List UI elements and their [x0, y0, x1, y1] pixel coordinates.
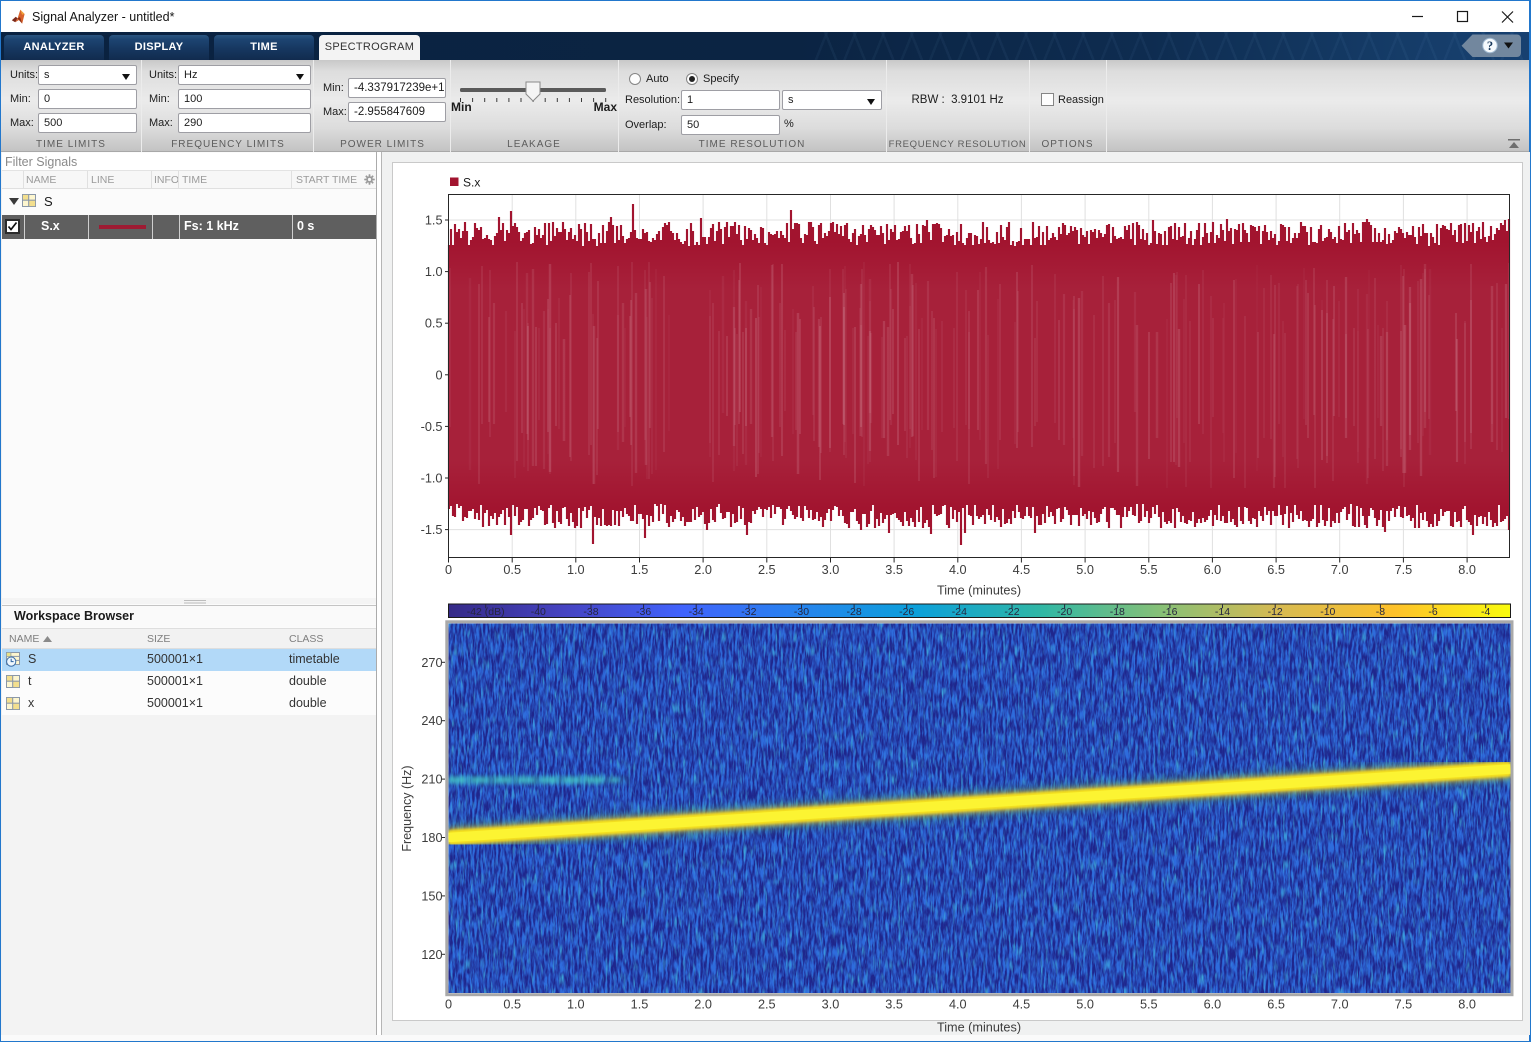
svg-text:7.0: 7.0 [1331, 998, 1349, 1012]
svg-text:-36: -36 [636, 606, 651, 618]
svg-text:-8: -8 [1376, 606, 1385, 618]
svg-text:8.0: 8.0 [1458, 998, 1476, 1012]
svg-text:-12: -12 [1268, 606, 1283, 618]
svg-text:0.5: 0.5 [503, 998, 521, 1012]
svg-text:-18: -18 [1110, 606, 1125, 618]
svg-text:7.5: 7.5 [1395, 563, 1413, 577]
svg-text:2.5: 2.5 [758, 998, 776, 1012]
svg-text:6.0: 6.0 [1204, 998, 1222, 1012]
svg-text:2.0: 2.0 [694, 563, 712, 577]
svg-text:3.5: 3.5 [885, 563, 903, 577]
svg-text:5.0: 5.0 [1076, 563, 1094, 577]
svg-text:5.5: 5.5 [1140, 563, 1158, 577]
svg-text:-30: -30 [794, 606, 809, 618]
svg-text:0: 0 [435, 368, 442, 382]
svg-text:0: 0 [445, 998, 452, 1012]
svg-text:150: 150 [421, 889, 442, 903]
svg-text:1.5: 1.5 [631, 998, 649, 1012]
svg-text:2.5: 2.5 [758, 563, 776, 577]
svg-text:210: 210 [421, 773, 442, 787]
svg-text:7.0: 7.0 [1331, 563, 1349, 577]
svg-text:-32: -32 [741, 606, 756, 618]
svg-text:-4: -4 [1481, 606, 1490, 618]
svg-text:-10: -10 [1320, 606, 1335, 618]
svg-text:-1.0: -1.0 [421, 472, 443, 486]
svg-text:4.5: 4.5 [1013, 998, 1031, 1012]
svg-text:1.5: 1.5 [631, 563, 649, 577]
svg-text:Time (minutes): Time (minutes) [937, 1021, 1021, 1035]
svg-text:Time (minutes): Time (minutes) [937, 584, 1021, 598]
svg-text:5.5: 5.5 [1140, 998, 1158, 1012]
svg-text:120: 120 [421, 948, 442, 962]
svg-text:-38: -38 [583, 606, 598, 618]
svg-text:2.0: 2.0 [694, 998, 712, 1012]
svg-text:0.5: 0.5 [425, 317, 443, 331]
svg-text:0.5: 0.5 [503, 563, 521, 577]
svg-text:-14: -14 [1215, 606, 1230, 618]
svg-text:-42 (dB): -42 (dB) [467, 606, 505, 618]
svg-text:-1.5: -1.5 [421, 523, 443, 537]
svg-text:6.5: 6.5 [1267, 563, 1285, 577]
svg-text:-34: -34 [689, 606, 704, 618]
svg-text:1.0: 1.0 [425, 265, 443, 279]
svg-text:Max: Max [594, 100, 618, 114]
svg-text:4.0: 4.0 [949, 563, 967, 577]
svg-text:0: 0 [445, 563, 452, 577]
svg-text:6.5: 6.5 [1267, 998, 1285, 1012]
svg-text:-22: -22 [1004, 606, 1019, 618]
svg-text:-26: -26 [899, 606, 914, 618]
svg-text:-20: -20 [1057, 606, 1072, 618]
svg-text:-28: -28 [847, 606, 862, 618]
svg-text:240: 240 [421, 714, 442, 728]
svg-text:1.0: 1.0 [567, 563, 585, 577]
svg-text:6.0: 6.0 [1204, 563, 1222, 577]
svg-text:3.0: 3.0 [822, 563, 840, 577]
svg-text:-24: -24 [952, 606, 967, 618]
svg-text:-16: -16 [1162, 606, 1177, 618]
svg-text:270: 270 [421, 656, 442, 670]
svg-text:Min: Min [451, 100, 472, 114]
svg-text:1.5: 1.5 [425, 214, 443, 228]
svg-text:-0.5: -0.5 [421, 420, 443, 434]
svg-text:3.5: 3.5 [885, 998, 903, 1012]
svg-text:?: ? [1487, 39, 1493, 53]
svg-text:-40: -40 [531, 606, 546, 618]
svg-text:3.0: 3.0 [822, 998, 840, 1012]
svg-text:7.5: 7.5 [1395, 998, 1413, 1012]
svg-text:5.0: 5.0 [1076, 998, 1094, 1012]
svg-text:S.x: S.x [463, 176, 480, 190]
svg-text:-6: -6 [1428, 606, 1437, 618]
svg-text:8.0: 8.0 [1458, 563, 1476, 577]
svg-text:180: 180 [421, 831, 442, 845]
svg-text:1.0: 1.0 [567, 998, 585, 1012]
svg-text:4.0: 4.0 [949, 998, 967, 1012]
svg-text:Frequency (Hz): Frequency (Hz) [400, 765, 414, 851]
svg-text:4.5: 4.5 [1013, 563, 1031, 577]
